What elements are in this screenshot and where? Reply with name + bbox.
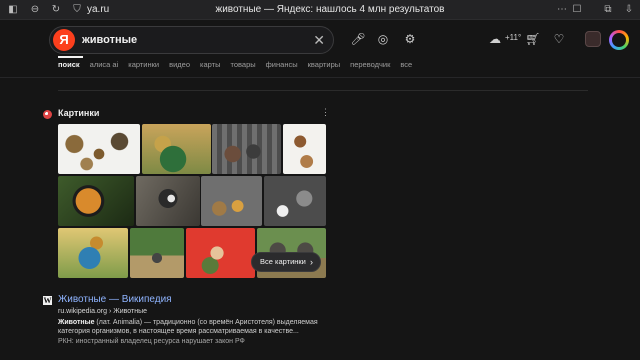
image-thumbnail[interactable] xyxy=(186,228,255,278)
services-icon[interactable] xyxy=(585,31,601,47)
result-legal-note: РКН: иностранный владелец ресурса наруша… xyxy=(58,338,245,345)
search-tabs: поиск алиса ai картинки видео карты товары фин… xyxy=(58,60,422,76)
image-thumbnail[interactable] xyxy=(58,228,128,278)
image-search-icon[interactable]: ◎ xyxy=(375,31,391,47)
result-url[interactable]: ru.wikipedia.org › Животные xyxy=(58,308,147,315)
tab-finance[interactable]: финансы xyxy=(266,60,298,69)
image-thumbnail[interactable] xyxy=(130,228,184,278)
result-url-path: › Животные xyxy=(107,308,148,315)
tab-alice[interactable]: алиса ai xyxy=(90,60,119,69)
voice-search-icon[interactable]: 🎤︎ xyxy=(350,31,366,47)
search-filters-icon[interactable]: ⚙︎ xyxy=(402,31,418,47)
image-thumbnail[interactable] xyxy=(58,124,140,174)
cart-icon[interactable]: 🛒︎ xyxy=(525,31,541,47)
images-block-title[interactable]: Картинки xyxy=(58,108,99,118)
more-options-icon[interactable]: ⋮ xyxy=(321,108,330,117)
browser-toolbar: ◧ ⊖ ↻ ⛉ ya.ru животные — Яндекс: нашлось… xyxy=(0,0,640,20)
tab-goods[interactable]: товары xyxy=(230,60,255,69)
tab-video[interactable]: видео xyxy=(169,60,190,69)
result-snippet-text: (лат. Animalia) — традиционно (со времён… xyxy=(58,319,318,335)
tab-images[interactable]: картинки xyxy=(128,60,159,69)
site-security-icon[interactable]: ⛉ xyxy=(70,3,84,17)
more-icon[interactable]: ⋯ xyxy=(555,3,569,17)
avatar[interactable] xyxy=(609,30,629,50)
search-input[interactable] xyxy=(82,31,302,49)
tab-translator[interactable]: переводчик xyxy=(350,60,390,69)
bookmark-icon[interactable]: ☐ xyxy=(570,3,584,17)
active-tab-indicator xyxy=(58,56,83,58)
tab-realty[interactable]: квартиры xyxy=(308,60,341,69)
section-divider xyxy=(58,90,588,91)
search-box[interactable]: Я ✕ xyxy=(49,26,334,54)
address-bar[interactable]: ya.ru xyxy=(87,3,109,17)
image-thumbnail[interactable] xyxy=(283,124,326,174)
result-snippet: Животные (лат. Animalia) — традиционно (… xyxy=(58,318,338,336)
search-header: Я ✕ 🎤︎ ◎ ⚙︎ ☁︎ +11° 🛒︎ ♡ поиск алиса ai ка… xyxy=(0,20,640,78)
wikipedia-favicon: W xyxy=(43,296,52,305)
clear-search-icon[interactable]: ✕ xyxy=(313,30,325,50)
images-service-icon xyxy=(43,110,52,119)
image-thumbnail[interactable] xyxy=(201,176,262,226)
reload-icon[interactable]: ↻ xyxy=(49,3,63,17)
image-thumbnail[interactable] xyxy=(212,124,281,174)
tab-maps[interactable]: карты xyxy=(200,60,220,69)
favorites-icon[interactable]: ♡ xyxy=(551,31,567,47)
all-images-label: Все картинки xyxy=(260,257,306,266)
extensions-icon[interactable]: ⧉ xyxy=(601,3,615,17)
all-images-button[interactable]: Все картинки › xyxy=(251,252,321,272)
chevron-right-icon: › xyxy=(310,257,313,267)
back-icon[interactable]: ⊖ xyxy=(28,3,42,17)
tab-title: животные — Яндекс: нашлось 4 млн результ… xyxy=(215,4,445,15)
tab-all[interactable]: все xyxy=(400,60,412,69)
result-url-domain: ru.wikipedia.org xyxy=(58,308,108,315)
sidebar-menu-icon[interactable]: ◧ xyxy=(6,3,20,17)
image-thumbnail[interactable] xyxy=(58,176,134,226)
result-title-rest: — Википедия xyxy=(106,294,172,305)
image-thumbnail[interactable] xyxy=(264,176,326,226)
image-thumbnail[interactable] xyxy=(142,124,211,174)
tab-search[interactable]: поиск xyxy=(58,60,80,69)
weather-temp[interactable]: +11° xyxy=(505,33,521,42)
downloads-icon[interactable]: ⇩ xyxy=(622,3,636,17)
result-title-link[interactable]: Животные — Википедия xyxy=(58,294,172,305)
yandex-logo[interactable]: Я xyxy=(53,29,75,51)
header-divider xyxy=(0,77,640,78)
result-snippet-bold: Животные xyxy=(58,319,95,326)
result-title-bold: Животные xyxy=(58,294,107,305)
image-thumbnail[interactable] xyxy=(136,176,200,226)
weather-icon[interactable]: ☁︎ xyxy=(487,31,503,47)
